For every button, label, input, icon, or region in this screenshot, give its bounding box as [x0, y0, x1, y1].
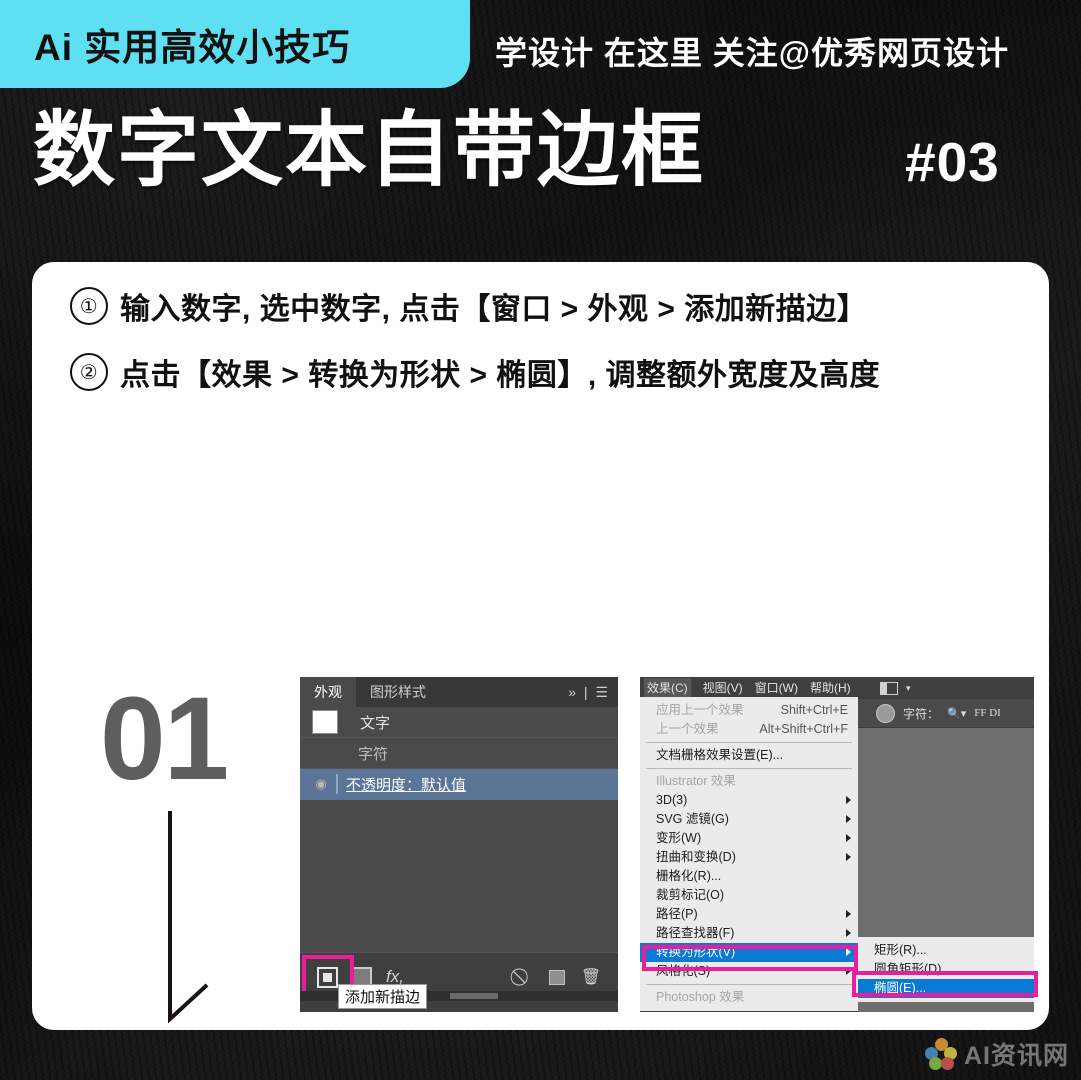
- character-label: 字符：: [903, 706, 940, 721]
- fill-swatch[interactable]: [312, 710, 338, 734]
- app-toolbar-top: ▾: [858, 677, 1034, 699]
- appearance-row-character[interactable]: 字符: [300, 738, 618, 769]
- menu-item-shortcut: Alt+Shift+Ctrl+F: [759, 722, 848, 736]
- menu-item-shortcut: Shift+Ctrl+E: [780, 703, 848, 717]
- menu-item-label: 扭曲和变换(D): [656, 850, 736, 864]
- menu-item-label: 变形(W): [656, 831, 702, 845]
- step-item: ② 点击【效果 > 转换为形状 > 椭圆】, 调整额外宽度及高度: [70, 350, 1020, 394]
- duplicate-item-icon[interactable]: [540, 963, 574, 991]
- menu-item-label: SVG 滤镜(G): [656, 812, 729, 826]
- appearance-panel: 外观 图形样式 » | ☰ 文字 字符 ◉ 不透明度：默认值 fx, 🗑 添加新…: [300, 677, 618, 1012]
- submenu-arrow-icon: [846, 853, 851, 861]
- menu-group-photoshop-effects: Photoshop 效果: [656, 990, 745, 1004]
- menu-item-path[interactable]: 路径(P): [640, 905, 858, 924]
- issue-number: #03: [905, 131, 1000, 193]
- brand-badge: Ai 实用高效小技巧: [0, 0, 470, 88]
- menu-group-illustrator-effects: Illustrator 效果: [656, 774, 736, 788]
- poster-root: Ai 实用高效小技巧 学设计 在这里 关注@优秀网页设计 数字文本自带边框 #0…: [0, 0, 1081, 1080]
- appearance-row-opacity[interactable]: ◉ 不透明度：默认值: [300, 769, 618, 800]
- menu-item-label: 应用上一个效果: [656, 703, 744, 717]
- flower-logo-icon: [924, 1038, 957, 1070]
- menu-help[interactable]: 帮助(H): [810, 679, 851, 696]
- step-text: 点击【效果 > 转换为形状 > 椭圆】, 调整额外宽度及高度: [120, 359, 881, 392]
- ellipse-item-highlight: [852, 971, 1038, 997]
- appearance-row-label: 字符: [358, 745, 389, 763]
- step-text: 输入数字, 选中数字, 点击【窗口 > 外观 > 添加新描边】: [120, 293, 868, 326]
- menu-view[interactable]: 视图(V): [703, 679, 743, 696]
- canvas-area: [858, 728, 1034, 953]
- tooltip-add-new-stroke: 添加新描边: [338, 984, 428, 1009]
- menu-item-apply-last-effect[interactable]: 应用上一个效果 Shift+Ctrl+E: [640, 701, 858, 720]
- chevron-down-icon[interactable]: ▾: [906, 683, 911, 694]
- font-name-value[interactable]: FF DI: [974, 707, 1001, 719]
- brand-badge-label: Ai 实用高效小技巧: [34, 27, 351, 68]
- control-bar: 字符： 🔍▾ FF DI: [858, 699, 1034, 728]
- appearance-rows: 文字 字符 ◉ 不透明度：默认值: [300, 707, 618, 952]
- submenu-arrow-icon: [846, 834, 851, 842]
- menu-separator: [646, 984, 852, 985]
- delete-item-icon[interactable]: 🗑: [574, 963, 608, 991]
- appearance-row-text[interactable]: 文字: [300, 707, 618, 738]
- watermark-text: AI资讯网: [963, 1042, 1069, 1070]
- submenu-arrow-icon: [846, 796, 851, 804]
- submenu-item-rectangle[interactable]: 矩形(R)...: [858, 941, 1034, 960]
- eye-icon[interactable]: ◉: [306, 776, 336, 792]
- menu-item-pathfinder[interactable]: 路径查找器(F): [640, 924, 858, 943]
- effects-menu-panel: 效果(C) 视图(V) 窗口(W) 帮助(H) 应用上一个效果 Shift+Ct…: [640, 677, 858, 1012]
- big-number-01: 01: [100, 673, 229, 805]
- steps-list: ① 输入数字, 选中数字, 点击【窗口 > 外观 > 添加新描边】 ② 点击【效…: [70, 284, 1020, 416]
- menu-item-label: 3D(3): [656, 793, 688, 807]
- menu-item-rasterize[interactable]: 栅格化(R)...: [640, 867, 858, 886]
- content-card: ① 输入数字, 选中数字, 点击【窗口 > 外观 > 添加新描边】 ② 点击【效…: [32, 262, 1049, 1030]
- menu-window[interactable]: 窗口(W): [755, 679, 798, 696]
- step-number: ②: [70, 353, 108, 391]
- menu-item-svg-filters[interactable]: SVG 滤镜(G): [640, 810, 858, 829]
- watermark: AI资讯网: [924, 1036, 1069, 1072]
- panel-menu-icon[interactable]: » | ☰: [568, 677, 610, 707]
- convert-to-shape-highlight: [642, 945, 858, 971]
- recolor-artwork-icon[interactable]: [876, 703, 895, 723]
- menu-item-last-effect[interactable]: 上一个效果 Alt+Shift+Ctrl+F: [640, 720, 858, 739]
- menu-item-distort-transform[interactable]: 扭曲和变换(D): [640, 848, 858, 867]
- menu-item-label: 路径查找器(F): [656, 926, 735, 940]
- workspace-icon[interactable]: [880, 681, 898, 695]
- appearance-tabs: 外观 图形样式 » | ☰: [300, 677, 618, 707]
- tab-graphic-styles[interactable]: 图形样式: [356, 677, 440, 707]
- submenu-arrow-icon: [846, 910, 851, 918]
- submenu-arrow-icon: [846, 929, 851, 937]
- down-arrow-icon: [168, 811, 209, 1024]
- menu-item-raster-settings[interactable]: 文档栅格效果设置(E)...: [640, 746, 858, 765]
- menu-item-warp[interactable]: 变形(W): [640, 829, 858, 848]
- tab-appearance[interactable]: 外观: [300, 677, 356, 707]
- menu-item-label: 上一个效果: [656, 722, 719, 736]
- submenu-arrow-icon: [846, 815, 851, 823]
- page-title: 数字文本自带边框: [33, 105, 706, 196]
- appearance-row-label: 不透明度：默认值: [346, 776, 467, 794]
- search-icon[interactable]: 🔍▾: [947, 707, 966, 720]
- menu-separator: [646, 742, 852, 743]
- menu-item-crop-marks[interactable]: 裁剪标记(O): [640, 886, 858, 905]
- step-number: ①: [70, 287, 108, 325]
- tagline: 学设计 在这里 关注@优秀网页设计: [495, 35, 1009, 71]
- menu-effect[interactable]: 效果(C): [644, 677, 691, 697]
- clear-appearance-icon[interactable]: ⃠: [506, 963, 540, 991]
- menu-item-3d[interactable]: 3D(3): [640, 791, 858, 810]
- step-item: ① 输入数字, 选中数字, 点击【窗口 > 外观 > 添加新描边】: [70, 284, 1020, 328]
- menu-bar: 效果(C) 视图(V) 窗口(W) 帮助(H): [640, 677, 858, 697]
- appearance-row-label: 文字: [360, 714, 391, 732]
- menu-separator: [646, 768, 852, 769]
- menu-item-label: 路径(P): [656, 907, 698, 921]
